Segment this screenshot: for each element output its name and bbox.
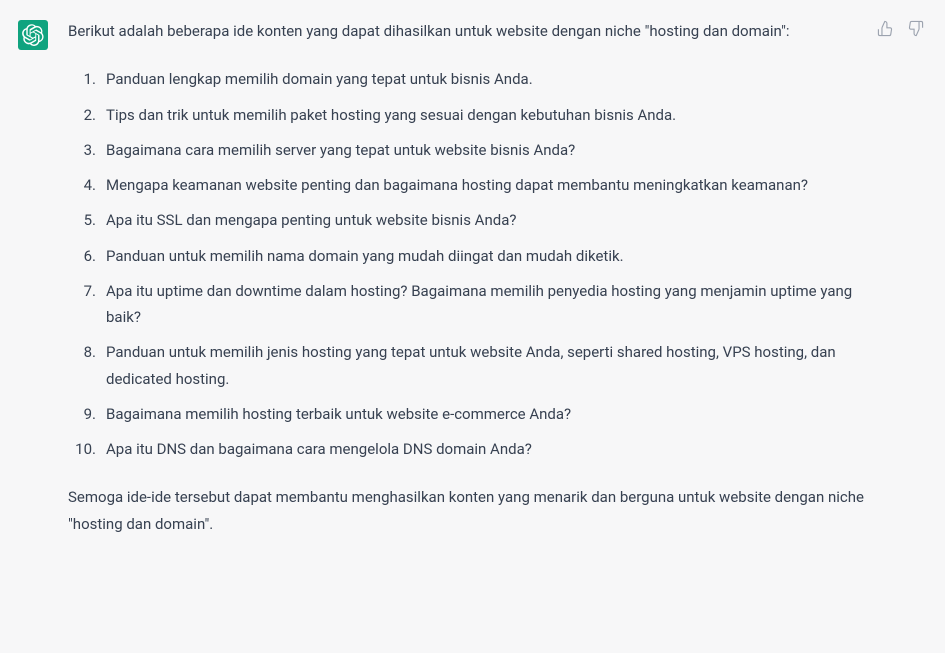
thumbs-up-button[interactable] [875,18,895,38]
assistant-message: Berikut adalah beberapa ide konten yang … [0,0,945,563]
list-item: Panduan lengkap memilih domain yang tepa… [68,66,865,92]
list-item-text: Panduan untuk memilih nama domain yang m… [106,243,865,269]
list-item-text: Bagaimana cara memilih server yang tepat… [106,137,865,163]
list-item: Apa itu DNS dan bagaimana cara mengelola… [68,436,865,462]
thumbs-up-icon [877,20,894,37]
list-item: Tips dan trik untuk memilih paket hostin… [68,102,865,128]
list-item: Panduan untuk memilih nama domain yang m… [68,243,865,269]
list-item: Panduan untuk memilih jenis hosting yang… [68,339,865,392]
list-item: Mengapa keamanan website penting dan bag… [68,172,865,198]
thumbs-down-button[interactable] [905,18,925,38]
list-item-text: Mengapa keamanan website penting dan bag… [106,172,865,198]
assistant-avatar [18,20,48,50]
outro-paragraph: Semoga ide-ide tersebut dapat membantu m… [68,484,865,537]
list-item: Apa itu uptime dan downtime dalam hostin… [68,278,865,331]
list-item-text: Bagaimana memilih hosting terbaik untuk … [106,401,865,427]
list-item-text: Apa itu SSL dan mengapa penting untuk we… [106,207,865,233]
list-item: Apa itu SSL dan mengapa penting untuk we… [68,207,865,233]
list-item-text: Panduan untuk memilih jenis hosting yang… [106,339,865,392]
list-item-text: Panduan lengkap memilih domain yang tepa… [106,66,865,92]
message-content: Berikut adalah beberapa ide konten yang … [68,18,921,537]
assistant-logo-icon [22,24,44,46]
intro-paragraph: Berikut adalah beberapa ide konten yang … [68,18,865,44]
list-item: Bagaimana cara memilih server yang tepat… [68,137,865,163]
list-item-text: Apa itu DNS dan bagaimana cara mengelola… [106,436,865,462]
list-item-text: Apa itu uptime dan downtime dalam hostin… [106,278,865,331]
list-item: Bagaimana memilih hosting terbaik untuk … [68,401,865,427]
thumbs-down-icon [907,20,924,37]
list-item-text: Tips dan trik untuk memilih paket hostin… [106,102,865,128]
idea-list: Panduan lengkap memilih domain yang tepa… [68,66,865,462]
feedback-buttons [875,18,925,38]
